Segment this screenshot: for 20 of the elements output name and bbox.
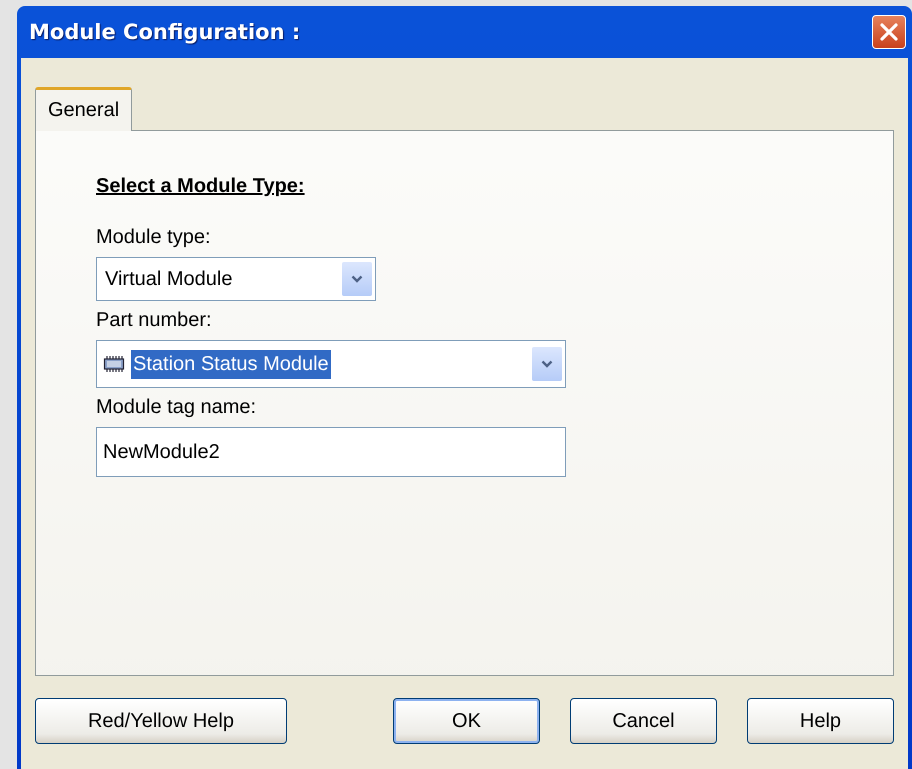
field-label: Module tag name: [96, 396, 256, 419]
chevron-down-icon [541, 360, 553, 368]
close-icon [878, 21, 900, 43]
dropdown-value: Station Status Module [131, 350, 331, 378]
dialog-button[interactable]: Red/Yellow Help [35, 698, 287, 744]
dialog-button[interactable]: Help [747, 698, 894, 744]
window-title: Module Configuration : [29, 20, 300, 44]
chip-icon [103, 355, 125, 373]
section-heading: Select a Module Type: [96, 175, 306, 198]
dropdown-value: Virtual Module [104, 266, 234, 292]
field-label: Module type: [96, 226, 211, 249]
tab[interactable]: General [35, 87, 132, 131]
chevron-down-icon [351, 275, 363, 283]
close-button[interactable] [872, 15, 906, 49]
input-field[interactable]: NewModule2 [96, 427, 566, 477]
dropdown-field[interactable]: Virtual Module [96, 257, 376, 301]
dropdown-field[interactable]: Station Status Module [96, 340, 566, 388]
dialog-button[interactable]: Cancel [570, 698, 717, 744]
dialog-button[interactable]: OK [393, 698, 540, 744]
field-label: Part number: [96, 309, 212, 332]
